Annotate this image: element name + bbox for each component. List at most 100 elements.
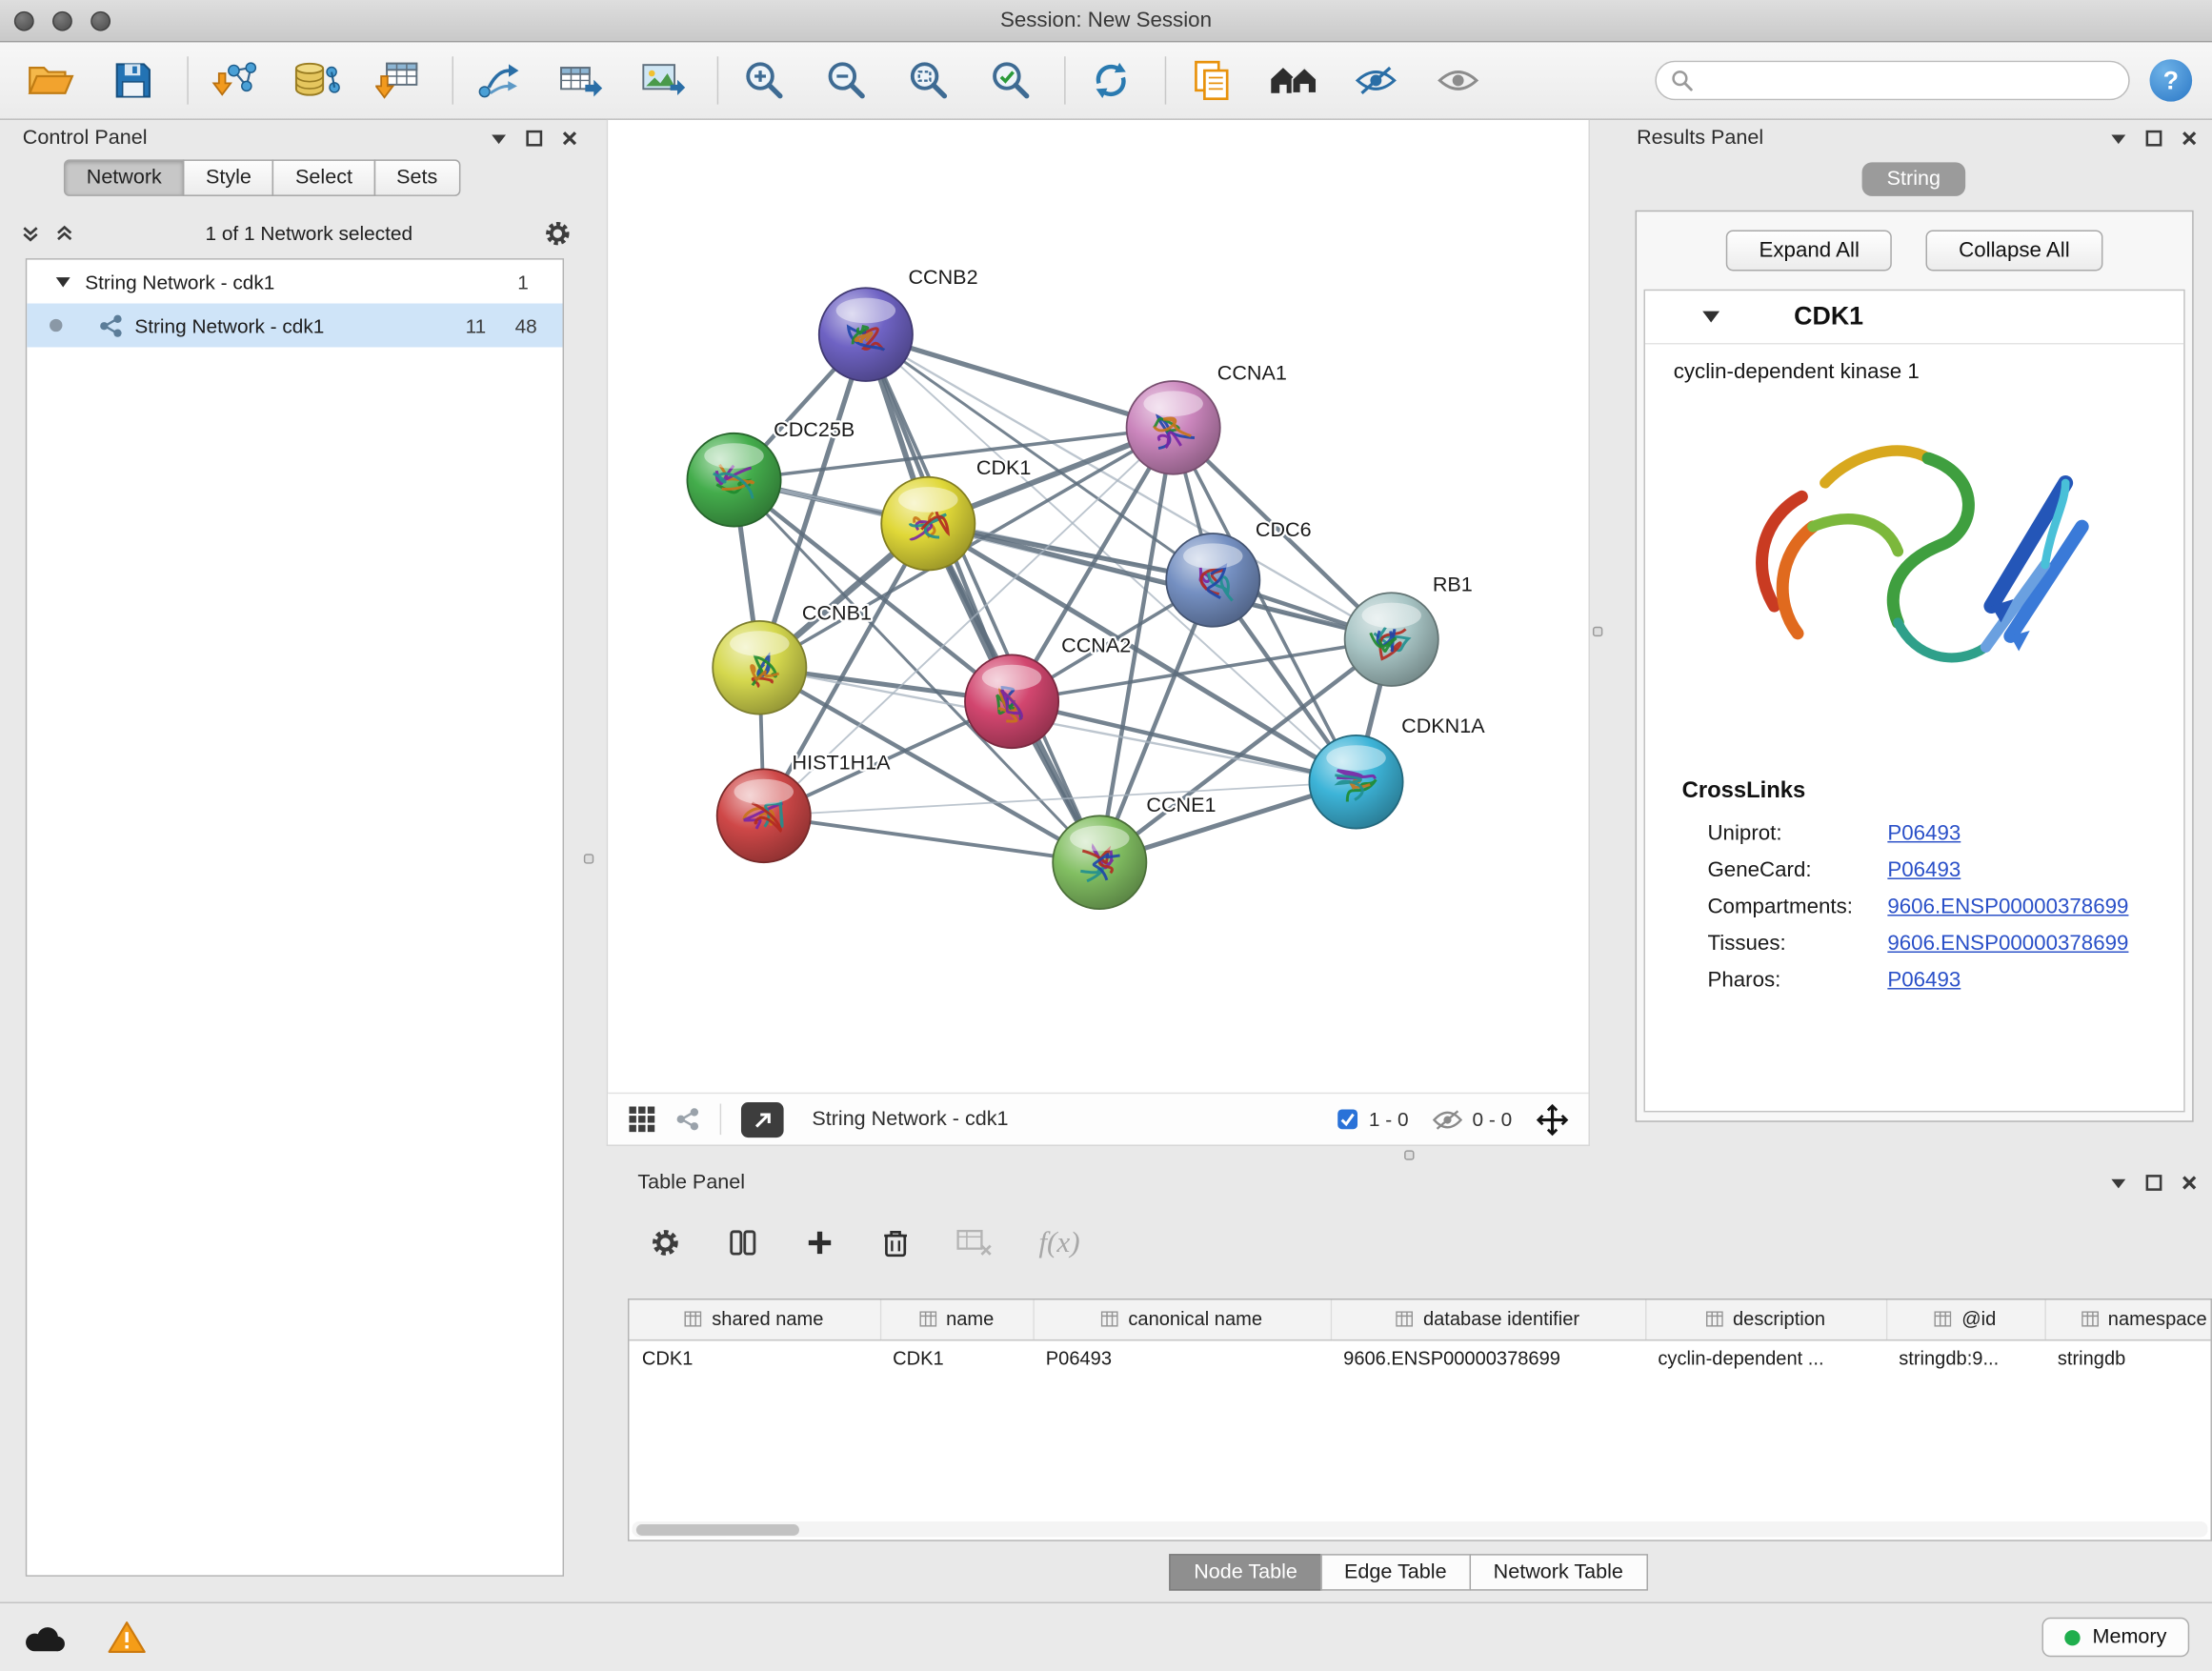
collapse-all-button[interactable]: Collapse All (1926, 230, 2102, 271)
network-node-ccnb2[interactable] (819, 288, 913, 381)
window-zoom-button[interactable] (90, 11, 111, 31)
tab-network[interactable]: Network (64, 159, 185, 196)
tab-style[interactable]: Style (183, 159, 274, 196)
table-horizontal-scrollbar[interactable] (632, 1521, 2207, 1537)
tab-sets[interactable]: Sets (373, 159, 460, 196)
expand-all-button[interactable]: Expand All (1726, 230, 1892, 271)
network-node-ccna1[interactable] (1127, 381, 1220, 474)
column-header-namespace[interactable]: namespace (2044, 1299, 2212, 1339)
network-node-ccna2[interactable] (965, 654, 1058, 748)
panel-collapse-icon[interactable] (2110, 132, 2127, 145)
column-header-name[interactable]: name (880, 1299, 1034, 1339)
window-minimize-button[interactable] (52, 11, 72, 31)
copy-document-button[interactable] (1180, 50, 1242, 110)
panel-close-icon[interactable] (2181, 130, 2198, 147)
tab-string[interactable]: String (1861, 162, 1966, 196)
network-view[interactable]: CCNB2CCNA1CDC25BCDK1CDC6RB1CCNB1CCNA2CDK… (607, 120, 1590, 1146)
tab-network-table[interactable]: Network Table (1469, 1554, 1647, 1591)
table-settings-gear-icon[interactable] (649, 1226, 681, 1258)
protein-section-header[interactable]: CDK1 (1645, 291, 2183, 344)
hidden-eye-slash-icon[interactable] (1433, 1109, 1462, 1130)
panel-float-icon[interactable] (2145, 130, 2162, 147)
network-collection-row[interactable]: String Network - cdk1 1 (27, 260, 562, 304)
apply-layout-button[interactable] (1079, 50, 1141, 110)
network-overview-icon[interactable] (676, 1108, 700, 1131)
panel-float-icon[interactable] (526, 130, 543, 147)
network-edge[interactable] (1012, 701, 1356, 781)
import-network-from-file-button[interactable] (203, 50, 265, 110)
search-box[interactable] (1655, 61, 2129, 100)
zoom-out-button[interactable] (814, 50, 876, 110)
open-network-external-button[interactable] (741, 1101, 784, 1137)
import-network-from-database-button[interactable] (285, 50, 347, 110)
tab-edge-table[interactable]: Edge Table (1320, 1554, 1471, 1591)
window-close-button[interactable] (14, 11, 34, 31)
panel-collapse-icon[interactable] (491, 132, 508, 145)
zoom-selected-button[interactable] (979, 50, 1041, 110)
network-node-hist1h1a[interactable] (717, 769, 811, 862)
network-node-cdc25b[interactable] (687, 433, 780, 527)
tree-caret-icon[interactable] (55, 276, 70, 288)
import-network-icon (210, 59, 258, 101)
help-button[interactable]: ? (2150, 59, 2193, 101)
birdseye-grid-icon[interactable] (628, 1105, 656, 1134)
export-table-button[interactable] (550, 50, 612, 110)
chevrons-down-icon[interactable] (20, 222, 41, 243)
column-header-description[interactable]: description (1645, 1299, 1886, 1339)
network-row-selected[interactable]: String Network - cdk1 11 48 (27, 304, 562, 348)
column-header-database-identifier[interactable]: database identifier (1331, 1299, 1645, 1339)
export-image-button[interactable] (632, 50, 694, 110)
network-node-cdc6[interactable] (1166, 534, 1259, 627)
delete-column-trash-icon[interactable] (881, 1226, 910, 1258)
splitter-handle[interactable] (1593, 627, 1602, 636)
cloud-icon[interactable] (23, 1622, 69, 1652)
tab-select[interactable]: Select (272, 159, 375, 196)
network-edge[interactable] (866, 334, 1174, 428)
show-columns-icon[interactable] (729, 1227, 758, 1257)
panel-collapse-icon[interactable] (2110, 1177, 2127, 1189)
network-canvas[interactable]: CCNB2CCNA1CDC25BCDK1CDC6RB1CCNB1CCNA2CDK… (608, 120, 1591, 1094)
zoom-in-button[interactable] (733, 50, 794, 110)
save-session-button[interactable] (102, 50, 164, 110)
scrollbar-thumb[interactable] (636, 1523, 799, 1535)
panel-close-icon[interactable] (561, 130, 578, 147)
open-session-button[interactable] (20, 50, 82, 110)
warning-icon[interactable] (108, 1621, 146, 1655)
home-views-button[interactable] (1262, 50, 1324, 110)
crosslink-link-pharos[interactable]: P06493 (1887, 968, 1961, 992)
crosslink-link-genecard[interactable]: P06493 (1887, 857, 1961, 881)
table-row[interactable]: CDK1CDK1P064939606.ENSP00000378699cyclin… (629, 1339, 2212, 1378)
memory-button[interactable]: Memory (2041, 1618, 2189, 1657)
crosslink-link-tissues[interactable]: 9606.ENSP00000378699 (1887, 931, 2128, 955)
hide-graphics-details-button[interactable] (1345, 50, 1407, 110)
zoom-fit-button[interactable] (897, 50, 959, 110)
selected-checkbox-icon[interactable] (1337, 1108, 1359, 1131)
panel-close-icon[interactable] (2181, 1175, 2198, 1192)
chevrons-up-icon[interactable] (54, 222, 75, 243)
search-input[interactable] (1703, 70, 2114, 92)
gear-icon[interactable] (543, 218, 573, 248)
network-node-ccnb1[interactable] (713, 621, 806, 715)
section-caret-icon[interactable] (1701, 311, 1719, 323)
export-network-button[interactable] (468, 50, 530, 110)
crosslink-label: Uniprot: (1707, 820, 1887, 844)
column-header-canonical-name[interactable]: canonical name (1033, 1299, 1330, 1339)
show-graphics-details-button[interactable] (1427, 50, 1489, 110)
splitter-handle[interactable] (1404, 1150, 1414, 1159)
pan-crosshair-icon[interactable] (1536, 1103, 1568, 1136)
add-column-plus-icon[interactable] (805, 1227, 835, 1257)
import-table-from-file-button[interactable] (367, 50, 429, 110)
crosslink-link-uniprot[interactable]: P06493 (1887, 820, 1961, 844)
network-edge[interactable] (764, 815, 1100, 862)
column-header-id[interactable]: @id (1886, 1299, 2045, 1339)
network-node-cdkn1a[interactable] (1309, 735, 1402, 829)
network-node-cdk1[interactable] (881, 477, 975, 571)
column-header-shared-name[interactable]: shared name (629, 1299, 879, 1339)
network-node-rb1[interactable] (1345, 593, 1438, 686)
network-edge[interactable] (866, 334, 1099, 862)
tab-node-table[interactable]: Node Table (1170, 1554, 1321, 1591)
panel-float-icon[interactable] (2145, 1175, 2162, 1192)
network-node-ccne1[interactable] (1053, 815, 1146, 909)
crosslink-link-compartments[interactable]: 9606.ENSP00000378699 (1887, 895, 2128, 918)
splitter-handle[interactable] (584, 854, 593, 863)
